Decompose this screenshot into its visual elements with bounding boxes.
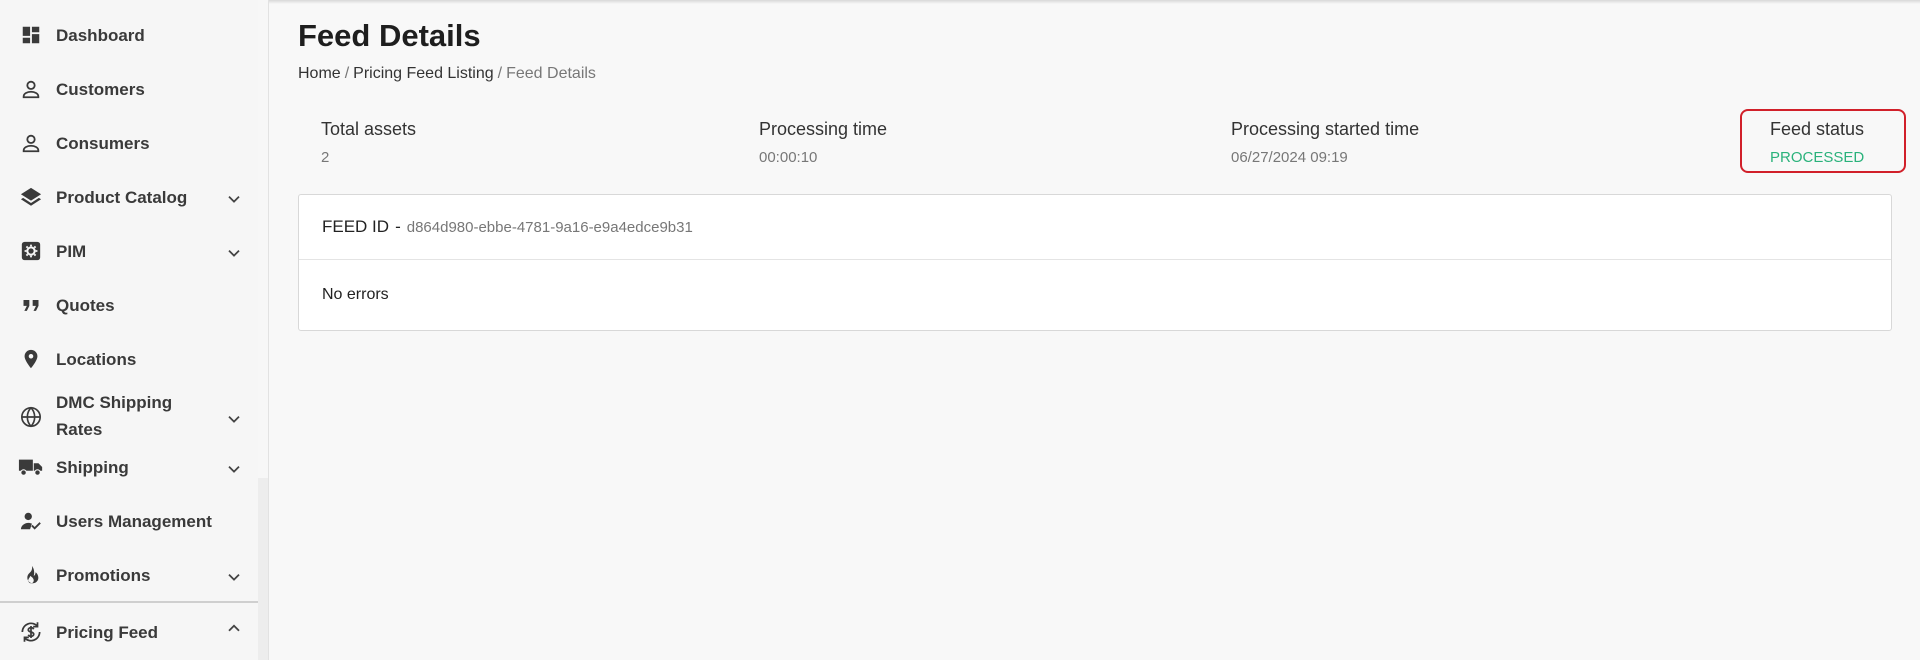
sidebar-item-label-line2: Rates (56, 420, 103, 439)
stat-total-assets: Total assets 2 (321, 119, 416, 166)
layers-icon (18, 184, 44, 210)
person-icon (18, 130, 44, 156)
sidebar: Dashboard Customers Consumers Product Ca… (0, 0, 258, 660)
sidebar-item-label-line1: DMC Shipping (56, 393, 173, 412)
sidebar-item-label: Promotions (56, 565, 151, 585)
sidebar-item-pricing-feed[interactable]: Pricing Feed (0, 605, 258, 659)
sidebar-item-label: Locations (56, 349, 137, 369)
sidebar-item-promotions[interactable]: Promotions (0, 548, 258, 602)
feed-id-value: d864d980-ebbe-4781-9a16-e9a4edce9b31 (406, 218, 693, 236)
stat-processing-started-time: Processing started time 06/27/2024 09:19 (1231, 119, 1419, 166)
dollar-cycle-icon (18, 619, 44, 645)
stat-label: Total assets (321, 119, 417, 139)
stat-feed-status: Feed status PROCESSED (1770, 119, 1864, 166)
sidebar-item-label: Pricing Feed (56, 622, 159, 642)
quote-icon (18, 292, 44, 318)
sidebar-item-locations[interactable]: Locations (0, 332, 258, 386)
feed-card-body: No errors (299, 260, 1891, 330)
chevron-up-icon[interactable] (226, 621, 242, 637)
sidebar-item-label: Consumers (56, 133, 150, 153)
stat-value: 00:00:10 (759, 149, 818, 166)
status-badge: PROCESSED (1770, 149, 1865, 166)
sidebar-border (268, 0, 269, 660)
sidebar-item-label: DMC Shipping Rates (56, 389, 172, 443)
breadcrumb-current: Feed Details (506, 65, 596, 82)
stat-value: 2 (321, 149, 330, 166)
chevron-down-icon[interactable] (226, 245, 242, 261)
stat-label: Processing started time (1231, 119, 1420, 139)
sidebar-item-quotes[interactable]: Quotes (0, 278, 258, 332)
flame-icon (18, 562, 44, 588)
sidebar-item-label: Users Management (56, 511, 212, 531)
sidebar-item-label: Customers (56, 79, 145, 99)
truck-icon (18, 454, 44, 480)
sidebar-scrollbar[interactable] (258, 0, 268, 660)
stat-label: Processing time (759, 119, 888, 139)
feed-id-dash: - (395, 217, 401, 236)
feed-card: FEED ID - d864d980-ebbe-4781-9a16-e9a4ed… (298, 194, 1892, 331)
sidebar-item-label: Dashboard (56, 25, 145, 45)
stat-processing-time: Processing time 00:00:10 (759, 119, 887, 166)
sidebar-item-users-management[interactable]: Users Management (0, 494, 258, 548)
breadcrumb-pricing-feed-listing[interactable]: Pricing Feed Listing (353, 65, 494, 83)
breadcrumb-home[interactable]: Home (298, 65, 341, 83)
feed-card-header: FEED ID - d864d980-ebbe-4781-9a16-e9a4ed… (299, 195, 1891, 260)
breadcrumb: Home / Pricing Feed Listing / Feed Detai… (298, 65, 596, 83)
scrollbar-thumb[interactable] (258, 0, 268, 478)
sidebar-item-dmc-shipping-rates[interactable]: DMC Shipping Rates (0, 386, 258, 448)
sidebar-item-label: PIM (56, 241, 87, 261)
chevron-down-icon[interactable] (226, 461, 242, 477)
sidebar-item-product-catalog[interactable]: Product Catalog (0, 170, 258, 224)
breadcrumb-separator: / (497, 65, 503, 82)
top-shadow (0, 0, 1920, 4)
chevron-down-icon[interactable] (226, 569, 242, 585)
sidebar-divider (0, 601, 258, 603)
page-title: Feed Details (298, 18, 481, 53)
user-check-icon (18, 508, 44, 534)
sidebar-item-consumers[interactable]: Consumers (0, 116, 258, 170)
person-icon (18, 76, 44, 102)
dashboard-icon (18, 22, 44, 48)
gear-box-icon (18, 238, 44, 264)
sidebar-item-customers[interactable]: Customers (0, 62, 258, 116)
globe-icon (18, 404, 44, 430)
breadcrumb-separator: / (344, 65, 350, 82)
stat-label: Feed status (1770, 119, 1865, 139)
sidebar-item-label: Product Catalog (56, 187, 188, 207)
errors-text: No errors (322, 286, 389, 303)
sidebar-item-dashboard[interactable]: Dashboard (0, 8, 258, 62)
sidebar-item-label: Shipping (56, 457, 129, 477)
chevron-down-icon[interactable] (226, 191, 242, 207)
chevron-down-icon[interactable] (226, 411, 242, 427)
stat-value: 06/27/2024 09:19 (1231, 149, 1348, 166)
sidebar-item-pim[interactable]: PIM (0, 224, 258, 278)
sidebar-item-label: Quotes (56, 295, 115, 315)
sidebar-item-shipping[interactable]: Shipping (0, 440, 258, 494)
feed-id-label: FEED ID (322, 217, 390, 236)
location-pin-icon (18, 346, 44, 372)
